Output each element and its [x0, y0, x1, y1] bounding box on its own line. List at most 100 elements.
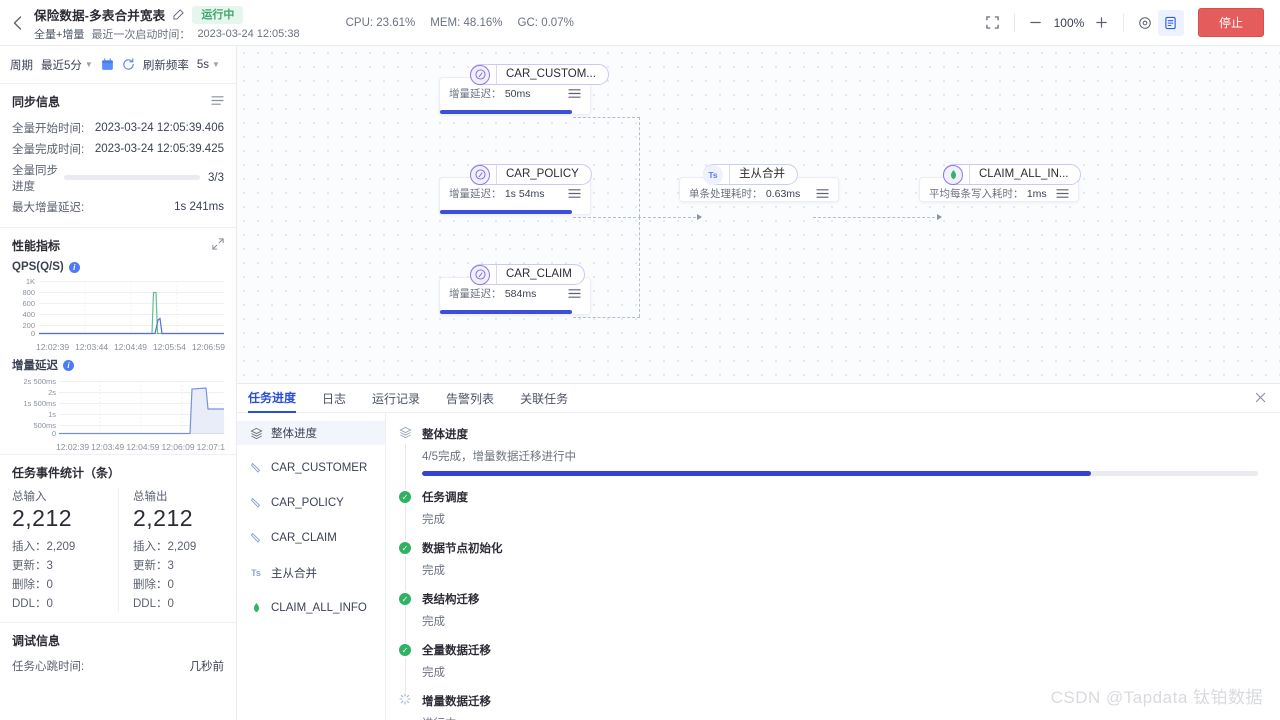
- node-card[interactable]: CAR_POLICY 增量延迟： 1s 54ms: [439, 164, 592, 215]
- node-header[interactable]: CAR_POLICY: [470, 164, 592, 185]
- refresh-icon[interactable]: [122, 58, 135, 71]
- node-metric-label: 平均每条写入耗时：: [929, 188, 1024, 200]
- node-car-claim[interactable]: CAR_CLAIM 增量延迟： 584ms: [439, 264, 591, 315]
- tab-task-progress[interactable]: 任务进度: [248, 384, 297, 413]
- output-stat-row: 更新：3: [133, 555, 216, 574]
- expand-icon[interactable]: [212, 238, 224, 253]
- bottom-body: 整体进度 CAR_CUSTOMER CAR_POLICY CAR_CLAIM T…: [237, 413, 1280, 720]
- debug-panel: 调试信息 任务心跳时间: 几秒前: [0, 623, 236, 686]
- runtime-metrics: CPU: 23.61% MEM: 48.16% GC: 0.07%: [346, 17, 574, 29]
- delay-y-axis-labels: 2s 500ms2s1s 500ms 1s500ms0: [23, 377, 56, 438]
- task-mode: 全量+增量: [34, 29, 85, 41]
- node-header[interactable]: CAR_CLAIM: [470, 264, 585, 285]
- event-stats-title: 任务事件统计（条）: [12, 466, 121, 480]
- node-claim-all-info[interactable]: CLAIM_ALL_IN... 平均每条写入耗时： 1ms: [919, 164, 1082, 202]
- sync-row-value: 2023-03-24 12:05:39.406: [94, 121, 224, 134]
- tab-logs[interactable]: 日志: [322, 384, 346, 413]
- database-source-icon: [249, 497, 263, 509]
- progress-track: [64, 175, 200, 180]
- node-card[interactable]: CAR_CUSTOM... 增量延迟： 50ms: [439, 64, 609, 115]
- calendar-icon[interactable]: [101, 58, 114, 71]
- list-icon[interactable]: [1056, 188, 1069, 200]
- step-title: 数据节点初始化: [422, 543, 503, 555]
- node-card[interactable]: CAR_CLAIM 增量延迟： 584ms: [439, 264, 591, 315]
- settings-button[interactable]: [1132, 10, 1158, 36]
- list-item-label: 主从合并: [271, 568, 317, 580]
- list-icon[interactable]: [568, 88, 581, 100]
- zoom-in-button[interactable]: [1089, 10, 1115, 36]
- pipeline-canvas[interactable]: CAR_CUSTOM... 增量延迟： 50ms CAR_POLICY 增量延迟…: [237, 46, 1280, 383]
- event-stats-output-column: 总输出 2,212 插入：2,209 更新：3 删除：0 DDL：0: [118, 488, 224, 612]
- node-metric-value: 584ms: [504, 288, 537, 300]
- panel-toggle-button[interactable]: [1157, 9, 1184, 36]
- node-header[interactable]: Ts 主从合并: [703, 164, 798, 185]
- back-button[interactable]: [0, 0, 34, 46]
- refresh-rate-select[interactable]: 5s ▼: [197, 59, 220, 71]
- cpu-value: 23.61%: [376, 16, 416, 29]
- list-icon[interactable]: [568, 288, 581, 300]
- step-rail: ✓: [398, 540, 412, 591]
- x-tick: 12:02:39: [36, 342, 70, 352]
- step-rail: ✓: [398, 489, 412, 540]
- list-item-claim-all-info[interactable]: CLAIM_ALL_INFO: [237, 596, 385, 620]
- stat-value: 0: [167, 597, 174, 610]
- node-metric-value: 50ms: [504, 88, 531, 100]
- max-delay-row: 最大增量延迟: 1s 241ms: [12, 196, 224, 217]
- top-toolbar: 保险数据-多表合并宽表 运行中 全量+增量 最近一次启动时间： 2023-03-…: [0, 0, 1280, 46]
- node-card[interactable]: Ts 主从合并 单条处理耗时： 0.63ms: [679, 164, 839, 202]
- edge-trunk-lower: [639, 217, 640, 317]
- plus-icon: [1096, 17, 1108, 28]
- node-car-customer[interactable]: CAR_CUSTOM... 增量延迟： 50ms: [439, 64, 609, 115]
- tab-run-records[interactable]: 运行记录: [372, 384, 420, 413]
- delay-label-row: 增量延迟 i: [12, 357, 224, 373]
- step-title: 表结构迁移: [422, 594, 480, 606]
- sync-row-label: 全量完成时间:: [12, 143, 85, 156]
- node-title: CAR_POLICY: [496, 165, 579, 184]
- info-icon[interactable]: i: [68, 261, 80, 273]
- x-tick: 12:03:44: [74, 342, 109, 352]
- stat-label: DDL：: [12, 597, 47, 610]
- last-start-value: 2023-03-24 12:05:38: [197, 28, 300, 40]
- node-header[interactable]: CLAIM_ALL_IN...: [943, 164, 1082, 185]
- delay-x-axis-labels: 12:02:39 12:03:49 12:04:59 12:06:09 12:0…: [12, 442, 225, 452]
- close-icon[interactable]: [1255, 391, 1266, 406]
- svg-text:1s: 1s: [48, 410, 56, 419]
- fit-screen-button[interactable]: [980, 10, 1006, 36]
- tab-alert-list[interactable]: 告警列表: [446, 384, 494, 413]
- stop-button[interactable]: 停止: [1197, 8, 1264, 37]
- last-start-label: 最近一次启动时间：: [91, 29, 191, 41]
- database-source-icon: [249, 532, 263, 544]
- node-car-policy[interactable]: CAR_POLICY 增量延迟： 1s 54ms: [439, 164, 592, 215]
- sync-info-title: 同步信息: [12, 95, 61, 109]
- node-title: CLAIM_ALL_IN...: [969, 165, 1068, 184]
- page-title: 保险数据-多表合并宽表: [34, 9, 166, 23]
- stat-label: 插入：: [133, 540, 168, 553]
- period-value: 最近5分: [41, 59, 82, 72]
- list-item-merge[interactable]: Ts 主从合并: [237, 561, 385, 585]
- zoom-out-button[interactable]: [1023, 10, 1049, 36]
- node-metric-label: 增量延迟：: [449, 288, 502, 300]
- list-icon[interactable]: [816, 188, 829, 200]
- gc-metric: GC: 0.07%: [518, 17, 574, 29]
- node-card[interactable]: CLAIM_ALL_IN... 平均每条写入耗时： 1ms: [919, 164, 1082, 202]
- list-item-car-customer[interactable]: CAR_CUSTOMER: [237, 456, 385, 480]
- ts-node-icon: Ts: [703, 164, 723, 185]
- full-sync-progress-label: 全量同步进度: [12, 164, 58, 193]
- info-icon[interactable]: i: [63, 359, 74, 371]
- qps-chart: 1K 800 600 400 200 0 12:02:39 12:03:44 1…: [12, 276, 225, 352]
- tab-related-tasks[interactable]: 关联任务: [520, 384, 568, 413]
- app-root: 保险数据-多表合并宽表 运行中 全量+增量 最近一次启动时间： 2023-03-…: [0, 0, 1280, 720]
- node-merge[interactable]: Ts 主从合并 单条处理耗时： 0.63ms: [679, 164, 839, 202]
- list-item-car-claim[interactable]: CAR_CLAIM: [237, 526, 385, 550]
- list-icon[interactable]: [568, 188, 581, 200]
- edit-icon[interactable]: [173, 9, 185, 20]
- arrow-to-target: [937, 213, 942, 220]
- performance-header: 性能指标: [12, 237, 224, 254]
- list-item-overall[interactable]: 整体进度: [237, 421, 385, 445]
- check-circle-icon: ✓: [399, 491, 411, 503]
- list-icon[interactable]: [211, 95, 224, 109]
- list-item-car-policy[interactable]: CAR_POLICY: [237, 491, 385, 515]
- period-select[interactable]: 最近5分 ▼: [41, 57, 93, 73]
- toolbar-divider-2: [1122, 13, 1124, 32]
- node-header[interactable]: CAR_CUSTOM...: [470, 64, 609, 85]
